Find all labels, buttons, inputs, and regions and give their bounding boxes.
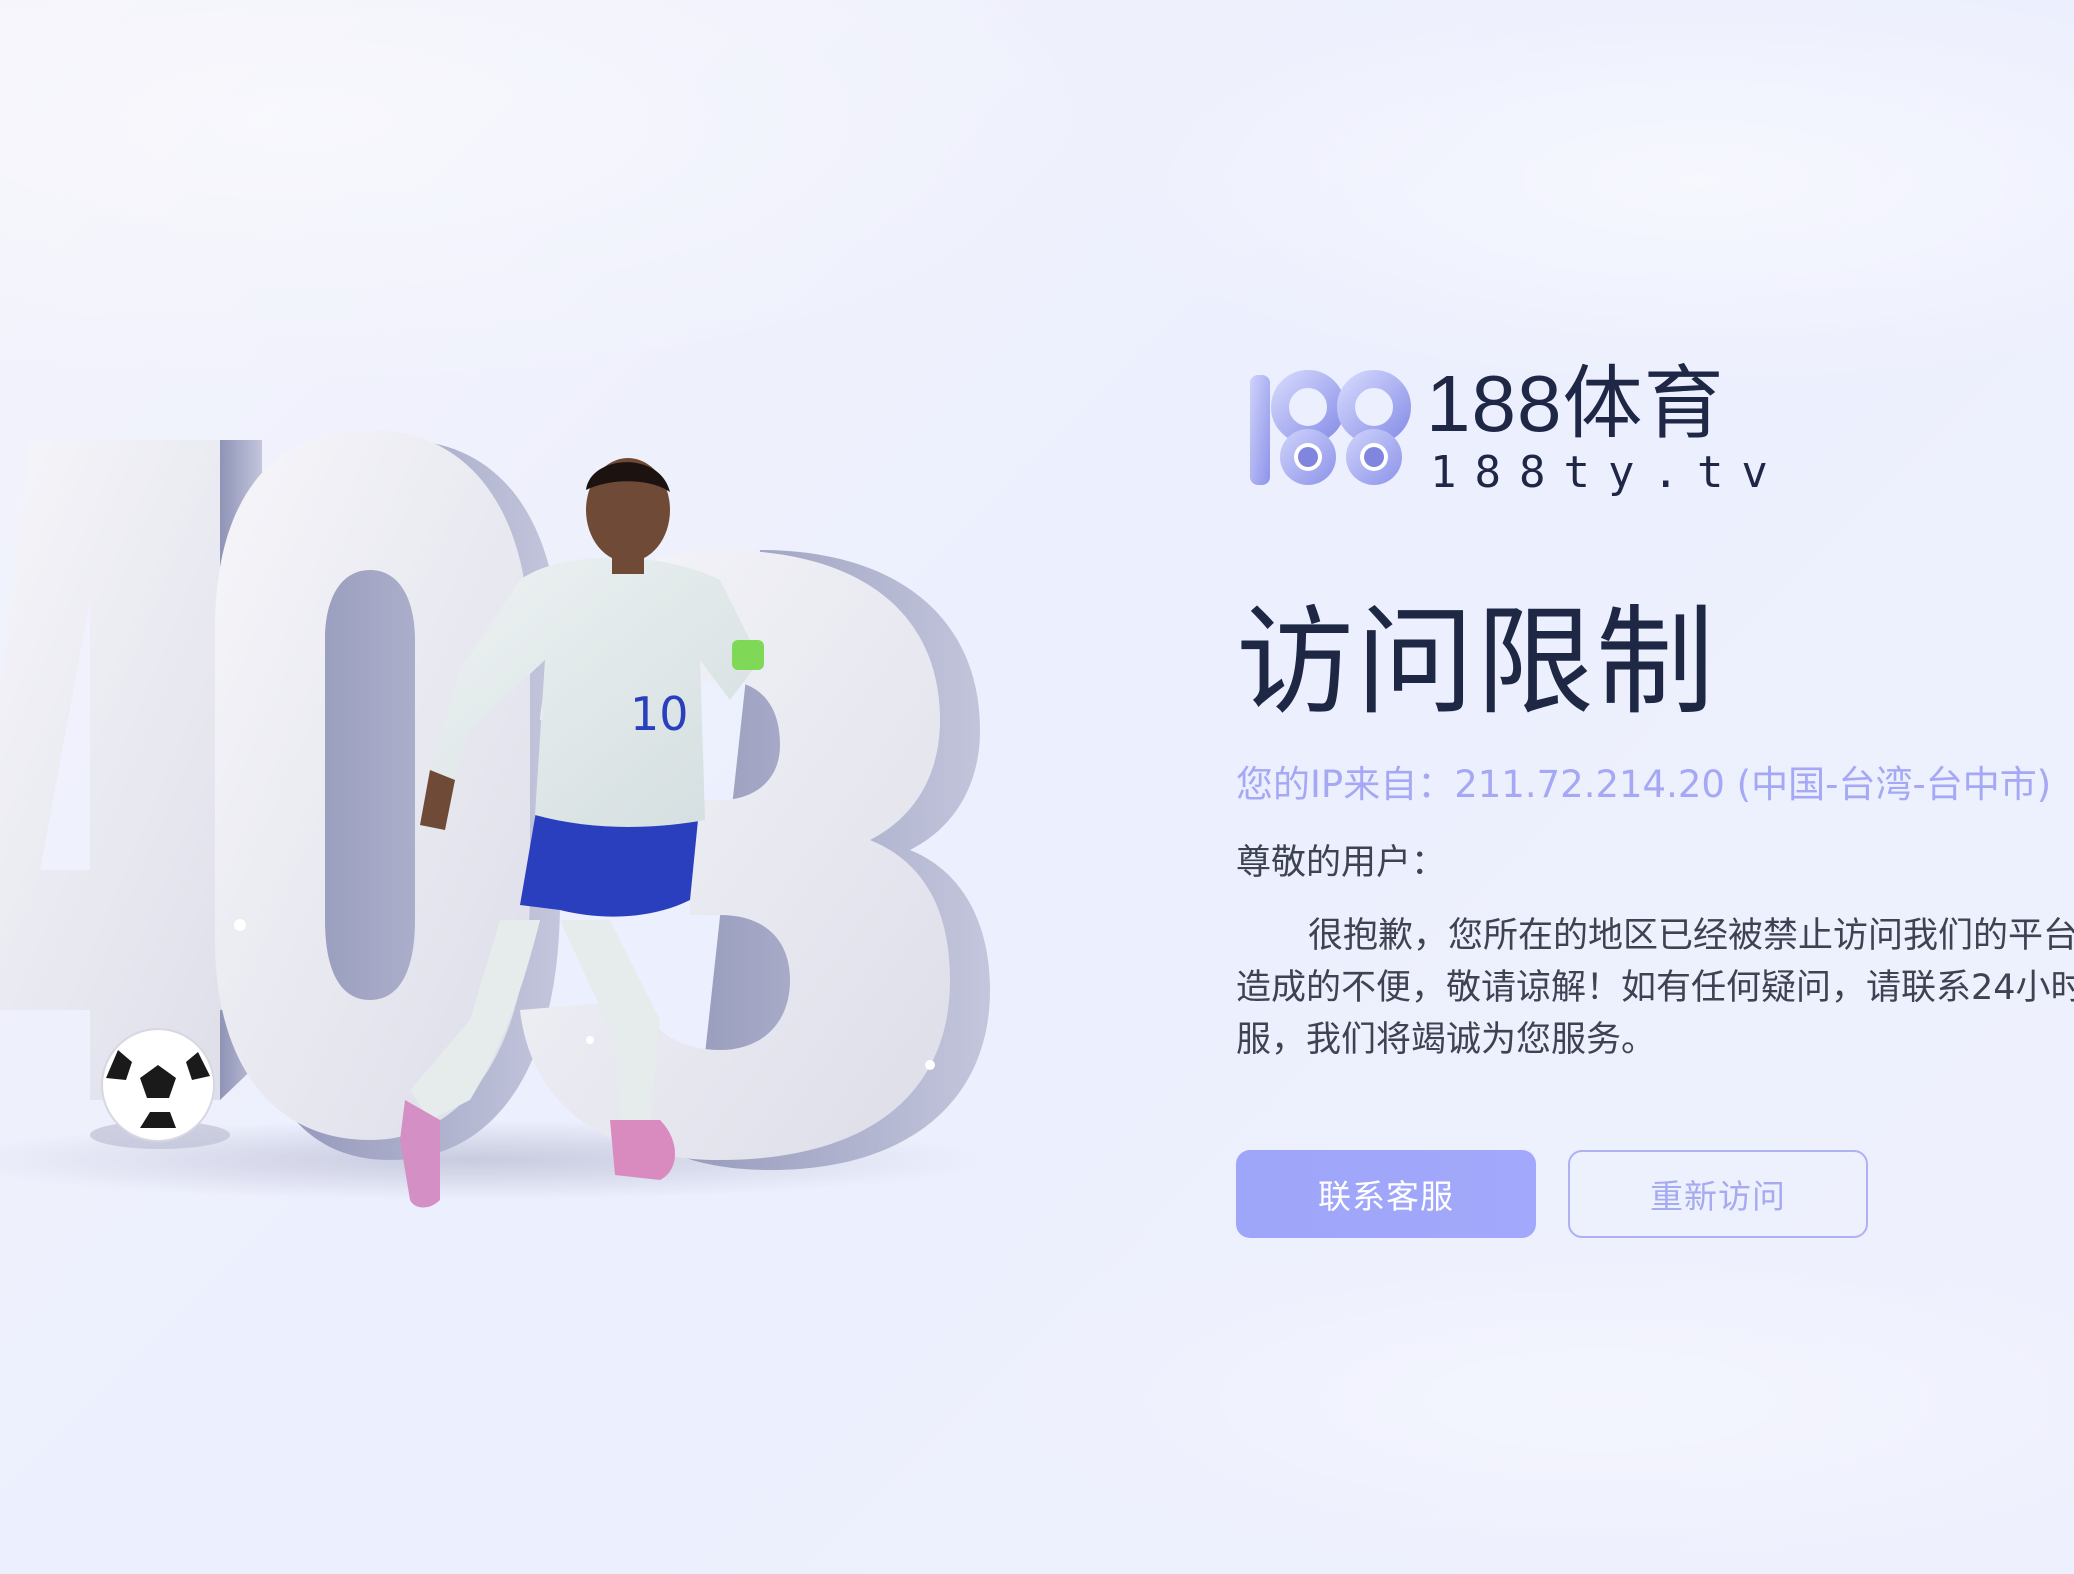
jersey-number: 10 [630,687,689,741]
hero-illustration: 10 [0,400,1000,1280]
brand-name: 188体育 [1426,360,1725,448]
brand-logo: 188体育 188ty.tv [1236,360,2074,500]
page-title: 访问限制 [1236,593,1717,731]
captain-armband [732,640,764,670]
restriction-message: 很抱歉，您所在的地区已经被禁止访问我们的平台， 造成的不便，敬请谅解！如有任何疑… [1236,910,2074,1066]
greeting: 尊敬的用户： [1236,843,1447,883]
hero-403-graphic: 10 [0,430,990,1208]
ip-info: 您的IP来自：211.72.214.20 (中国-台湾-台中市) [1236,763,2052,806]
logo-mark-icon [1250,370,1411,485]
contact-support-button[interactable]: 联系客服 [1236,1150,1536,1238]
brand-domain: 188ty.tv [1430,447,1786,498]
message-line: 很抱歉，您所在的地区已经被禁止访问我们的平台， [1308,916,2074,956]
restriction-panel: 188体育 188ty.tv 访问限制 您的IP来自：211.72.214.20… [1236,360,2074,1238]
digit-zero [215,430,560,1160]
action-buttons: 联系客服 重新访问 [1236,1150,2074,1238]
message-line: 服，我们将竭诚为您服务。 [1236,1020,1657,1060]
retry-access-button[interactable]: 重新访问 [1568,1150,1868,1238]
logo-text: 188体育 188ty.tv [1426,361,1786,499]
message-line: 造成的不便，敬请谅解！如有任何疑问，请联系24小时在线客 [1236,968,2074,1008]
